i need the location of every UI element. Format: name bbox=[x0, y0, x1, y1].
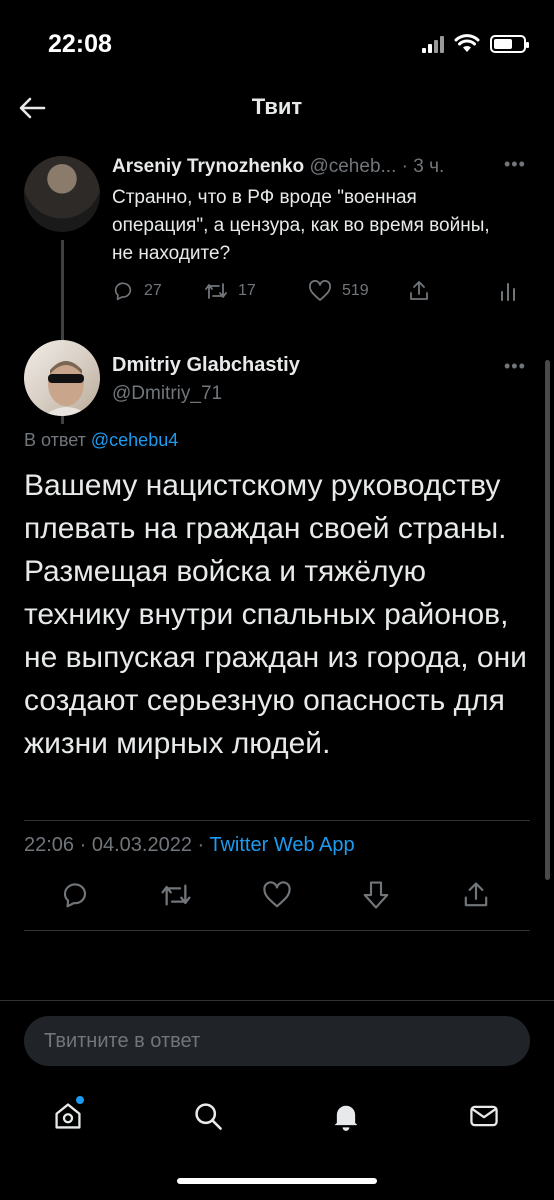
bookmark-download-button[interactable] bbox=[362, 880, 390, 915]
actions-divider bbox=[24, 930, 530, 931]
home-indicator bbox=[177, 1178, 377, 1184]
download-arrow-icon bbox=[363, 881, 389, 909]
wifi-icon bbox=[454, 34, 480, 52]
main-tweet-text: Вашему нацистскому руководству плевать н… bbox=[24, 469, 527, 760]
parent-like-count: 519 bbox=[342, 282, 369, 299]
meta-separator-2: · bbox=[191, 834, 210, 856]
parent-tweet-text: Странно, что в РФ вроде "военная операци… bbox=[112, 187, 490, 264]
tweet-time: 22:06 bbox=[24, 834, 75, 856]
tweet-date: 04.03.2022 bbox=[91, 834, 192, 856]
tweet-meta: 22:06 · 04.03.2022 · Twitter Web App bbox=[24, 834, 355, 857]
parent-author-handle[interactable]: @ceheb... bbox=[309, 156, 396, 177]
parent-retweet-button[interactable]: 17 bbox=[204, 280, 256, 302]
parent-like-button[interactable]: 519 bbox=[308, 280, 369, 302]
status-icons bbox=[422, 34, 529, 54]
parent-share-button[interactable] bbox=[408, 280, 430, 302]
like-button[interactable] bbox=[262, 880, 292, 915]
parent-more-icon[interactable]: ••• bbox=[504, 154, 526, 175]
parent-actions: 27 17 519 bbox=[112, 280, 522, 308]
meta-separator-1: · bbox=[74, 834, 92, 856]
retweet-icon bbox=[161, 884, 191, 906]
share-icon bbox=[410, 281, 428, 300]
parent-tweet-header: Arseniy Trynozhenko @ceheb... · 3 ч. bbox=[112, 156, 444, 178]
main-avatar[interactable] bbox=[24, 340, 100, 416]
notification-dot bbox=[76, 1096, 84, 1104]
parent-avatar[interactable] bbox=[24, 156, 100, 232]
parent-time-ago: 3 ч. bbox=[413, 156, 445, 177]
reply-to-prefix: В ответ bbox=[24, 430, 91, 450]
mail-icon bbox=[470, 1105, 498, 1127]
reply-input[interactable] bbox=[24, 1016, 530, 1066]
scrollbar[interactable] bbox=[545, 360, 550, 880]
retweet-button[interactable] bbox=[160, 880, 192, 915]
nav-search[interactable] bbox=[188, 1096, 228, 1136]
main-actions bbox=[0, 880, 554, 914]
parent-author-name[interactable]: Arseniy Trynozhenko bbox=[112, 156, 304, 177]
retweet-icon bbox=[205, 283, 227, 299]
main-author-handle[interactable]: @Dmitriy_71 bbox=[112, 383, 222, 405]
status-time: 22:08 bbox=[48, 30, 112, 58]
reply-button[interactable] bbox=[60, 880, 90, 915]
page-title: Твит bbox=[251, 94, 303, 119]
parent-separator: · bbox=[401, 156, 408, 177]
reply-icon bbox=[114, 282, 132, 301]
share-button[interactable] bbox=[462, 880, 490, 915]
parent-analytics-button[interactable] bbox=[498, 280, 518, 302]
battery-icon bbox=[490, 35, 529, 53]
bell-icon bbox=[334, 1105, 358, 1131]
person-photo-icon bbox=[44, 361, 90, 416]
signal-icon bbox=[422, 35, 444, 53]
home-icon bbox=[55, 1103, 81, 1129]
main-more-icon[interactable]: ••• bbox=[504, 356, 526, 377]
main-author-name[interactable]: Dmitriy Glabchastiy bbox=[112, 354, 300, 377]
share-icon bbox=[464, 882, 488, 907]
reply-icon bbox=[63, 883, 87, 908]
parent-reply-count: 27 bbox=[144, 282, 162, 299]
bottom-nav bbox=[0, 1082, 554, 1152]
header: Твит bbox=[0, 80, 554, 136]
parent-retweet-count: 17 bbox=[238, 282, 256, 299]
reply-to-line: В ответ @cehebu4 bbox=[24, 430, 178, 451]
reply-to-link[interactable]: @cehebu4 bbox=[91, 430, 178, 450]
analytics-icon bbox=[501, 283, 515, 301]
search-icon bbox=[195, 1103, 222, 1130]
reply-area bbox=[0, 1000, 554, 1082]
status-bar: 22:08 bbox=[0, 0, 554, 80]
heart-icon bbox=[263, 881, 291, 908]
nav-messages[interactable] bbox=[464, 1096, 504, 1136]
meta-divider bbox=[24, 820, 530, 821]
parent-reply-button[interactable]: 27 bbox=[112, 280, 162, 302]
heart-icon bbox=[309, 280, 331, 301]
tweet-source-link[interactable]: Twitter Web App bbox=[209, 834, 354, 856]
nav-home[interactable] bbox=[48, 1096, 88, 1136]
nav-notifications[interactable] bbox=[326, 1096, 366, 1136]
